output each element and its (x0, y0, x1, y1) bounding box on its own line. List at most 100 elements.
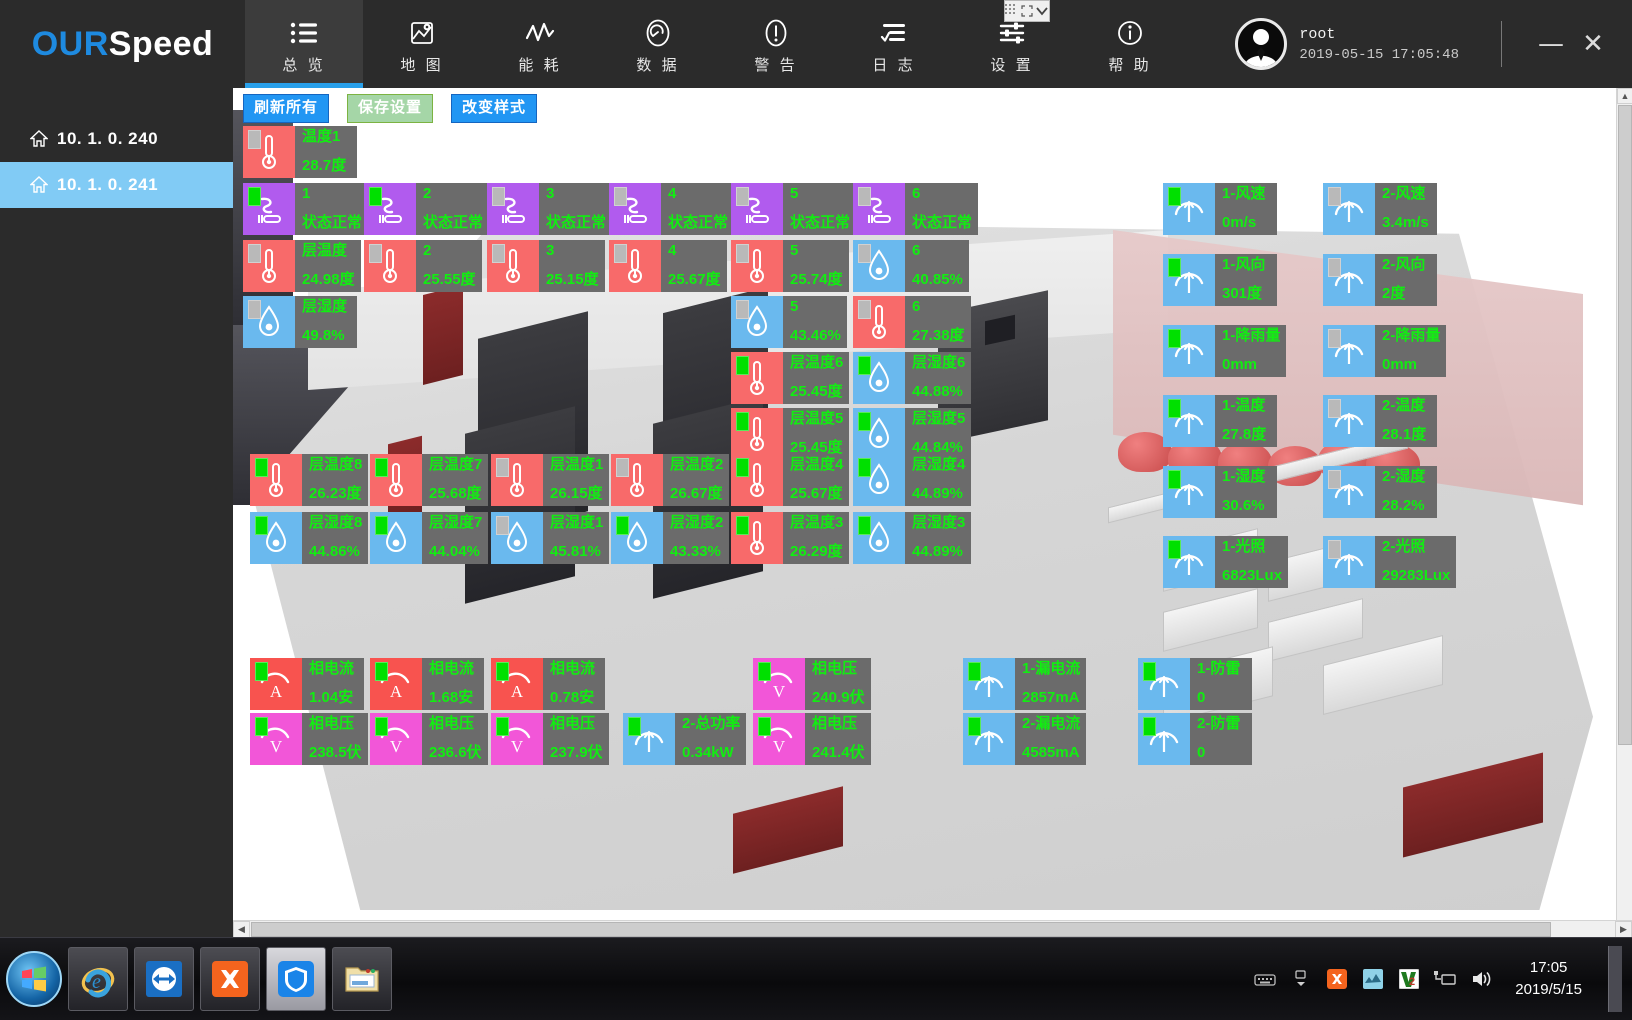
taskbar-security-shield[interactable] (266, 947, 326, 1011)
sensor-widget[interactable]: 1状态正常 (243, 183, 368, 235)
taskbar-internet-explorer[interactable]: e (68, 947, 128, 1011)
sensor-widget[interactable]: 层温度525.45度 (731, 408, 849, 460)
sensor-widget[interactable]: 2-湿度28.2% (1323, 466, 1437, 518)
change-style-button[interactable]: 改变样式 (451, 94, 537, 123)
sensor-widget[interactable]: 543.46% (731, 296, 847, 348)
sensor-widget[interactable]: V相电压238.5伏 (250, 713, 368, 765)
sensor-widget[interactable]: 层温度725.68度 (370, 454, 488, 506)
tray-v2-icon[interactable]: 2 (1397, 967, 1421, 991)
sensor-widget[interactable]: 2-光照29283Lux (1323, 536, 1456, 588)
taskbar-teamviewer[interactable] (134, 947, 194, 1011)
avatar[interactable] (1235, 18, 1287, 70)
sensor-widget[interactable]: 层湿度844.86% (250, 512, 368, 564)
sensor-widget[interactable]: 层湿度444.89% (853, 454, 971, 506)
network-icon[interactable] (1433, 967, 1457, 991)
sensor-widget[interactable]: 层温度24.98度 (243, 240, 361, 292)
sensor-widget[interactable]: 层湿度49.8% (243, 296, 357, 348)
window-restore-widget[interactable] (1004, 0, 1050, 22)
sensor-widget[interactable]: 层湿度344.89% (853, 512, 971, 564)
sensor-widget[interactable]: 1-降雨量0mm (1163, 325, 1286, 377)
sensor-widget[interactable]: 4状态正常 (609, 183, 734, 235)
sensor-widget[interactable]: A相电流1.04安 (250, 658, 364, 710)
sensor-widget[interactable]: 层温度625.45度 (731, 352, 849, 404)
taskbar-file-explorer[interactable] (332, 947, 392, 1011)
sensor-widget[interactable]: 2-降雨量0mm (1323, 325, 1446, 377)
sensor-widget[interactable]: 640.85% (853, 240, 969, 292)
sensor-widget[interactable]: 层温度326.29度 (731, 512, 849, 564)
horizontal-scroll-thumb[interactable] (251, 922, 1551, 937)
sidebar-item-device-240[interactable]: 10. 1. 0. 240 (0, 116, 233, 162)
show-hidden-icons-icon[interactable] (1289, 967, 1313, 991)
sensor-widget[interactable]: 层湿度644.88% (853, 352, 971, 404)
vertical-scrollbar[interactable]: ▲ ▼ (1616, 88, 1632, 937)
tray-monitor-icon[interactable] (1361, 967, 1385, 991)
vertical-scroll-thumb[interactable] (1618, 105, 1632, 745)
scroll-left-arrow[interactable]: ◀ (233, 921, 250, 938)
nav-item-map[interactable]: 地 图 (363, 0, 481, 88)
sensor-widget[interactable]: 1-防雷0 (1138, 658, 1252, 710)
sensor-widget[interactable]: 层温度425.67度 (731, 454, 849, 506)
scroll-right-arrow[interactable]: ▶ (1615, 921, 1632, 938)
sensor-widget[interactable]: 1-湿度30.6% (1163, 466, 1277, 518)
refresh-all-button[interactable]: 刷新所有 (243, 94, 329, 123)
sensor-widget[interactable]: 2-防雷0 (1138, 713, 1252, 765)
sensor-widget[interactable]: 层温度826.23度 (250, 454, 368, 506)
keyboard-icon[interactable] (1253, 967, 1277, 991)
show-desktop-button[interactable] (1608, 946, 1622, 1012)
sensor-widget[interactable]: 1-风向301度 (1163, 254, 1277, 306)
sensor-readout: 相电压237.9伏 (543, 713, 609, 765)
horizontal-scrollbar[interactable]: ◀ ▶ (233, 920, 1632, 937)
sensor-widget[interactable]: 层湿度744.04% (370, 512, 488, 564)
nav-item-help[interactable]: 帮 助 (1071, 0, 1189, 88)
wind-icon (623, 713, 675, 765)
save-settings-button[interactable]: 保存设置 (347, 94, 433, 123)
sensor-widget[interactable]: 425.67度 (609, 240, 727, 292)
gauge-icon (644, 18, 672, 48)
sensor-widget[interactable]: 2-温度28.1度 (1323, 395, 1437, 447)
sensor-widget[interactable]: 1-漏电流2857mA (963, 658, 1086, 710)
nav-item-log[interactable]: 日 志 (835, 0, 953, 88)
taskbar-xampp[interactable] (200, 947, 260, 1011)
nav-item-data[interactable]: 数 据 (599, 0, 717, 88)
sensor-widget[interactable]: 1-光照6823Lux (1163, 536, 1288, 588)
sensor-widget[interactable]: 层温度226.67度 (611, 454, 729, 506)
sensor-widget[interactable]: 温度128.7度 (243, 126, 357, 178)
scroll-up-arrow[interactable]: ▲ (1617, 88, 1632, 104)
tray-xampp-icon[interactable] (1325, 967, 1349, 991)
sensor-widget[interactable]: 525.74度 (731, 240, 849, 292)
nav-item-alert[interactable]: 警 告 (717, 0, 835, 88)
close-button[interactable]: ✕ (1572, 31, 1614, 57)
sensor-widget[interactable]: 2-漏电流4585mA (963, 713, 1086, 765)
sensor-widget[interactable]: 层湿度145.81% (491, 512, 609, 564)
start-button[interactable] (6, 951, 62, 1007)
sensor-widget[interactable]: 1-温度27.8度 (1163, 395, 1277, 447)
sensor-widget[interactable]: 层湿度544.84% (853, 408, 971, 460)
sensor-widget[interactable]: 6状态正常 (853, 183, 978, 235)
sensor-widget[interactable]: 2状态正常 (364, 183, 489, 235)
sensor-widget[interactable]: A相电流1.68安 (370, 658, 484, 710)
sensor-widget[interactable]: 2-风速3.4m/s (1323, 183, 1437, 235)
volume-icon[interactable] (1469, 967, 1493, 991)
status-led (858, 412, 871, 431)
sensor-widget[interactable]: 5状态正常 (731, 183, 856, 235)
sensor-widget[interactable]: V相电压236.6伏 (370, 713, 488, 765)
sensor-widget[interactable]: 225.55度 (364, 240, 482, 292)
sensor-widget[interactable]: 325.15度 (487, 240, 605, 292)
sensor-widget[interactable]: 3状态正常 (487, 183, 612, 235)
floorplan-canvas[interactable]: 刷新所有 保存设置 改变样式 温度128.7度1状态正常2状态正常3状态正常4状… (233, 88, 1616, 916)
minimize-button[interactable]: — (1530, 31, 1572, 57)
sensor-widget[interactable]: V相电压240.9伏 (753, 658, 871, 710)
sensor-widget[interactable]: 2-风向2度 (1323, 254, 1437, 306)
sensor-widget[interactable]: 层温度126.15度 (491, 454, 609, 506)
sensor-widget[interactable]: V相电压241.4伏 (753, 713, 871, 765)
sensor-widget[interactable]: V相电压237.9伏 (491, 713, 609, 765)
sensor-widget[interactable]: 层湿度243.33% (611, 512, 729, 564)
sensor-widget[interactable]: 1-风速0m/s (1163, 183, 1277, 235)
sensor-widget[interactable]: A相电流0.78安 (491, 658, 605, 710)
sidebar-item-device-241[interactable]: 10. 1. 0. 241 (0, 162, 233, 208)
sensor-widget[interactable]: 2-总功率0.34kW (623, 713, 746, 765)
sensor-widget[interactable]: 627.38度 (853, 296, 971, 348)
taskbar-clock[interactable]: 17:05 2019/5/15 (1505, 957, 1592, 1002)
nav-item-overview[interactable]: 总 览 (245, 0, 363, 88)
nav-item-energy[interactable]: 能 耗 (481, 0, 599, 88)
